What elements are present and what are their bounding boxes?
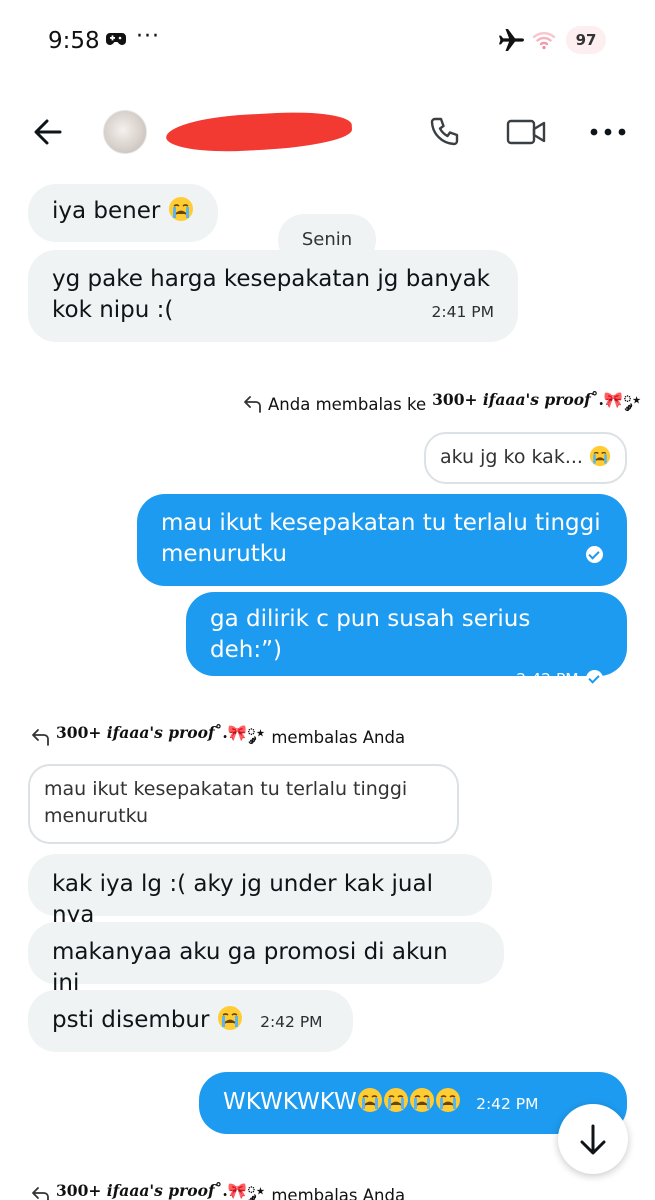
message-text: makanyaa aku ga promosi di akun ini xyxy=(52,939,448,996)
read-check-icon xyxy=(586,546,603,563)
status-bar: 9:58 ··· 97 xyxy=(0,0,655,80)
quoted-text: menurutku xyxy=(44,805,149,827)
avatar[interactable] xyxy=(103,110,147,154)
video-call-button[interactable] xyxy=(505,112,547,152)
quoted-message[interactable]: aku jg ko kak... xyxy=(424,432,627,484)
crying-face-icon xyxy=(217,1006,242,1030)
crying-face-icon xyxy=(589,445,611,467)
reply-suffix: membalas Anda xyxy=(271,727,406,747)
battery-icon: 97 xyxy=(566,26,606,54)
more-dots-icon: ··· xyxy=(136,24,160,49)
crying-face-icon xyxy=(409,1088,434,1112)
reply-context: 300+ ifaaa's proof˚.🎀༘⋆ membalas Anda xyxy=(30,1173,405,1200)
message-bubble-incoming[interactable]: yg pake harga kesepakatan jg banyak kok … xyxy=(28,250,518,342)
reply-context: Anda membalas ke 300+ ifaaa's proof˚.🎀༘⋆ xyxy=(242,382,641,426)
reply-arrow-icon xyxy=(32,729,49,746)
scroll-to-bottom-button[interactable] xyxy=(558,1104,628,1174)
call-button[interactable] xyxy=(424,112,464,152)
reply-target-name: 300+ ifaaa's proof˚.🎀༘⋆ xyxy=(432,390,642,409)
message-timestamp: 2:42 PM xyxy=(516,670,579,688)
message-timestamp: 2:42 PM xyxy=(476,1095,539,1113)
message-bubble-incoming[interactable]: makanyaa aku ga promosi di akun ini xyxy=(28,922,504,996)
quoted-text: mau ikut kesepakatan tu terlalu tinggi xyxy=(44,778,408,800)
airplane-mode-icon xyxy=(497,28,525,56)
reply-prefix: Anda membalas ke xyxy=(268,394,427,414)
message-text: iya bener xyxy=(52,198,161,224)
message-text: kak iya lg :( aky jg under kak jual nya xyxy=(52,871,433,928)
message-bubble-incoming[interactable]: psti disembur 2:42 PM xyxy=(28,990,353,1052)
message-timestamp: 2:41 PM xyxy=(431,303,494,321)
reply-sender-name: 300+ ifaaa's proof˚.🎀༘⋆ xyxy=(56,723,266,742)
crying-face-icon xyxy=(168,197,193,221)
reply-arrow-icon xyxy=(32,1187,49,1200)
message-bubble-incoming[interactable]: iya bener xyxy=(28,184,218,242)
message-text: ga dilirik c pun susah serius deh:”) xyxy=(210,606,531,663)
status-time: 9:58 xyxy=(48,28,100,54)
message-bubble-incoming[interactable]: kak iya lg :( aky jg under kak jual nya xyxy=(28,854,492,928)
reply-arrow-icon xyxy=(244,396,261,413)
crying-face-icon xyxy=(383,1088,408,1112)
gamepad-icon xyxy=(106,31,126,51)
back-button[interactable] xyxy=(28,112,68,152)
crying-face-icon xyxy=(435,1088,460,1112)
message-text: psti disembur xyxy=(52,1007,210,1033)
video-camera-icon xyxy=(506,119,546,145)
conversation-header xyxy=(0,90,655,174)
read-check-icon xyxy=(586,670,603,687)
crying-face-icon xyxy=(357,1088,382,1112)
phone-icon xyxy=(430,117,459,146)
message-bubble-outgoing[interactable]: ga dilirik c pun susah serius deh:”) 2:4… xyxy=(186,592,627,688)
message-text: kok nipu :( xyxy=(52,297,174,323)
quoted-message[interactable]: mau ikut kesepakatan tu terlalu tinggi m… xyxy=(28,764,459,844)
reply-suffix: membalas Anda xyxy=(271,1185,406,1200)
reply-sender-name: 300+ ifaaa's proof˚.🎀༘⋆ xyxy=(56,1181,266,1200)
message-text: yg pake harga kesepakatan jg banyak xyxy=(52,266,490,292)
message-timestamp: 2:42 PM xyxy=(260,1013,323,1031)
message-text: WKWKWKW xyxy=(223,1089,357,1115)
back-arrow-icon xyxy=(34,119,62,145)
more-options-button[interactable] xyxy=(586,112,630,152)
message-text: menurutku xyxy=(161,541,287,567)
message-bubble-outgoing[interactable]: mau ikut kesepakatan tu terlalu tinggi m… xyxy=(137,494,627,586)
quoted-text: aku jg ko kak... xyxy=(440,446,583,468)
wifi-icon xyxy=(532,30,556,54)
message-text: mau ikut kesepakatan tu terlalu tinggi xyxy=(161,510,601,536)
more-horizontal-icon xyxy=(590,128,626,136)
reply-context: 300+ ifaaa's proof˚.🎀༘⋆ membalas Anda xyxy=(30,715,405,759)
arrow-down-icon xyxy=(580,1124,606,1155)
